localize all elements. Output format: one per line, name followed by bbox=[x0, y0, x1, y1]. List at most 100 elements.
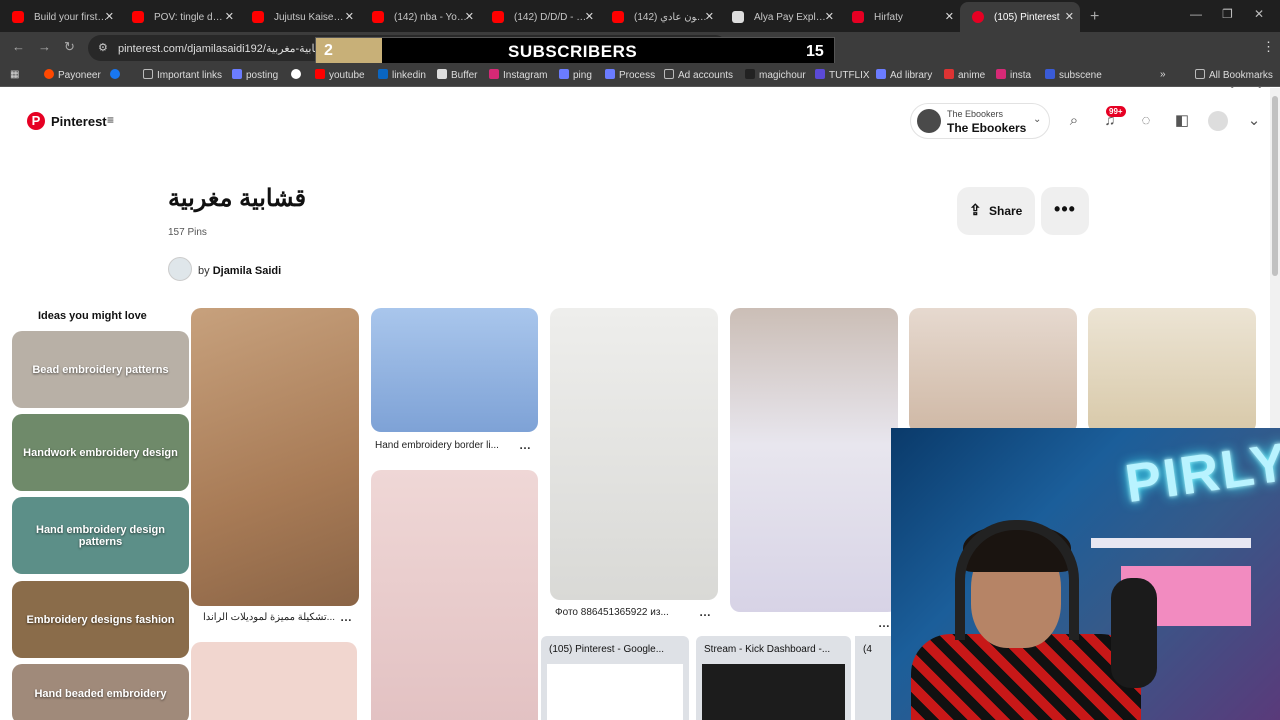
close-tab-icon[interactable]: ✕ bbox=[705, 10, 714, 23]
pin-more-icon[interactable]: … bbox=[519, 438, 531, 452]
tab-label: Build your first o... bbox=[34, 11, 108, 23]
bookmark-ad-accounts[interactable]: Ad accounts bbox=[664, 69, 733, 81]
bookmark-youtube[interactable]: youtube bbox=[315, 69, 365, 81]
close-tab-icon[interactable]: ✕ bbox=[345, 10, 354, 23]
close-tab-icon[interactable]: ✕ bbox=[945, 10, 954, 23]
bookmark-tutflix[interactable]: TUTFLIX bbox=[815, 69, 870, 81]
bookmark-posting[interactable]: posting bbox=[232, 69, 278, 81]
pin-image[interactable] bbox=[191, 642, 357, 720]
pin-more-icon[interactable]: … bbox=[699, 605, 711, 619]
minimize-icon[interactable]: — bbox=[1190, 7, 1202, 21]
bookmark-linkedin[interactable]: linkedin bbox=[378, 69, 426, 81]
pin-image[interactable] bbox=[371, 470, 538, 720]
idea-card[interactable]: Embroidery designs fashion bbox=[12, 581, 189, 658]
browser-tab[interactable]: Jujutsu Kaisen Pl...✕ bbox=[240, 2, 360, 32]
bookmark-ping[interactable]: ping bbox=[559, 69, 592, 81]
bookmark-ad-library[interactable]: Ad library bbox=[876, 69, 932, 81]
tab-label: (142) شكون عادي bbox=[634, 11, 708, 23]
window-preview[interactable]: (4 bbox=[855, 636, 895, 720]
close-tab-icon[interactable]: ✕ bbox=[585, 10, 594, 23]
bookmarks-overflow-icon[interactable]: » bbox=[1160, 69, 1166, 80]
pin-image[interactable] bbox=[371, 308, 538, 432]
close-tab-icon[interactable]: ✕ bbox=[465, 10, 474, 23]
pin-image[interactable] bbox=[909, 308, 1077, 433]
browser-tab-strip: Build your first o...✕ POV: tingle deale… bbox=[0, 0, 1280, 32]
close-tab-icon[interactable]: ✕ bbox=[825, 10, 834, 23]
folder-icon bbox=[1195, 69, 1205, 79]
posting-icon bbox=[232, 69, 242, 79]
bookmark-subscene[interactable]: subscene bbox=[1045, 69, 1102, 81]
close-tab-icon[interactable]: ✕ bbox=[105, 10, 114, 23]
browser-tab[interactable]: (142) D/D/D - Dr... ✕ bbox=[480, 2, 600, 32]
bookmark-important-links[interactable]: Important links bbox=[143, 69, 222, 81]
pin-image[interactable] bbox=[550, 308, 718, 600]
hamburger-menu-icon[interactable]: ≡ bbox=[107, 113, 114, 127]
owner-line: by Djamila Saidi bbox=[198, 265, 282, 277]
pin-image[interactable] bbox=[730, 308, 898, 612]
idea-card[interactable]: Handwork embroidery design bbox=[12, 414, 189, 491]
browser-tab[interactable]: POV: tingle deale...✕ bbox=[120, 2, 240, 32]
tab-label: Jujutsu Kaisen Pl... bbox=[274, 11, 348, 23]
pinterest-logo-icon[interactable]: P bbox=[27, 112, 45, 130]
browser-tab[interactable]: (142) nba - YouTu...✕ bbox=[360, 2, 480, 32]
bookmark-magichour[interactable]: magichour bbox=[745, 69, 806, 81]
ping-icon bbox=[559, 69, 569, 79]
restore-icon[interactable]: ❐ bbox=[1222, 7, 1233, 21]
more-options-button[interactable]: ••• bbox=[1041, 187, 1089, 235]
search-icon[interactable]: ⌕ bbox=[1064, 111, 1084, 131]
owner-avatar[interactable] bbox=[168, 257, 192, 281]
pin-more-icon[interactable]: … bbox=[340, 610, 352, 624]
all-bookmarks[interactable]: All Bookmarks bbox=[1195, 69, 1273, 81]
browser-tab[interactable]: Alya Pay Explaine...✕ bbox=[720, 2, 840, 32]
youtube-icon bbox=[315, 69, 325, 79]
idea-card[interactable]: Hand beaded embroidery bbox=[12, 664, 189, 720]
buffer-icon bbox=[437, 69, 447, 79]
youtube-icon bbox=[12, 11, 24, 23]
chevron-down-icon[interactable]: ⌄ bbox=[1244, 111, 1264, 131]
new-tab-button[interactable]: + bbox=[1090, 2, 1099, 32]
pinterest-wordmark[interactable]: Pinterest bbox=[51, 114, 107, 129]
window-preview[interactable]: Stream - Kick Dashboard -... bbox=[696, 636, 851, 720]
window-preview-title: (4 bbox=[863, 644, 872, 655]
browser-tab-active[interactable]: (105) Pinterest ✕ bbox=[960, 2, 1080, 32]
bookmark-process[interactable]: Process bbox=[605, 69, 655, 81]
facebook-icon[interactable] bbox=[110, 69, 124, 81]
pin-image[interactable] bbox=[191, 308, 359, 606]
reload-icon[interactable]: ↻ bbox=[64, 39, 75, 55]
close-tab-icon[interactable]: ✕ bbox=[1065, 10, 1074, 23]
back-icon[interactable]: ← bbox=[12, 39, 25, 54]
pin-more-icon[interactable]: … bbox=[878, 616, 890, 630]
browser-tab[interactable]: (142) شكون عادي ✕ bbox=[600, 2, 720, 32]
bookmark-insta[interactable]: insta bbox=[996, 69, 1031, 81]
browser-tab[interactable]: Build your first o... ✕ bbox=[0, 2, 120, 32]
owner-name[interactable]: Djamila Saidi bbox=[213, 265, 281, 277]
chevron-down-icon: ⌄ bbox=[1033, 114, 1042, 125]
account-switcher[interactable]: The Ebookers The Ebookers ⌄ bbox=[910, 103, 1050, 139]
bookmark-instagram[interactable]: Instagram bbox=[489, 69, 547, 81]
forward-icon[interactable]: → bbox=[38, 39, 51, 54]
youtube-icon bbox=[132, 11, 144, 23]
share-button[interactable]: ⇪ Share bbox=[957, 187, 1035, 235]
browser-menu-icon[interactable]: ⋮ bbox=[1262, 39, 1275, 55]
shelf bbox=[1091, 538, 1251, 548]
bookmark-anime[interactable]: anime bbox=[944, 69, 985, 81]
browser-tab[interactable]: Hirfaty ✕ bbox=[840, 2, 960, 32]
close-tab-icon[interactable]: ✕ bbox=[225, 10, 234, 23]
idea-card[interactable]: Bead embroidery patterns bbox=[12, 331, 189, 408]
site-info-icon[interactable]: ⚙ bbox=[98, 41, 108, 54]
pin-image[interactable] bbox=[1088, 308, 1256, 433]
profile-avatar[interactable] bbox=[1208, 111, 1228, 131]
tab-label: Alya Pay Explaine... bbox=[754, 11, 828, 23]
bookmark-buffer[interactable]: Buffer bbox=[437, 69, 478, 81]
window-preview[interactable]: (105) Pinterest - Google... bbox=[541, 636, 689, 720]
bookmark-payoneer[interactable]: Payoneer bbox=[44, 69, 101, 81]
megaphone-icon[interactable]: ◧ bbox=[1172, 111, 1192, 131]
tutflix-icon bbox=[815, 69, 825, 79]
messages-icon[interactable]: ◌ bbox=[1136, 111, 1156, 131]
scrollbar-thumb[interactable] bbox=[1272, 96, 1278, 276]
close-window-icon[interactable]: ✕ bbox=[1254, 7, 1264, 21]
apps-grid-icon[interactable]: ▦ bbox=[10, 69, 19, 80]
idea-card[interactable]: Hand embroidery design patterns bbox=[12, 497, 189, 574]
pinterest-icon bbox=[972, 11, 984, 23]
google-icon[interactable] bbox=[291, 69, 305, 81]
